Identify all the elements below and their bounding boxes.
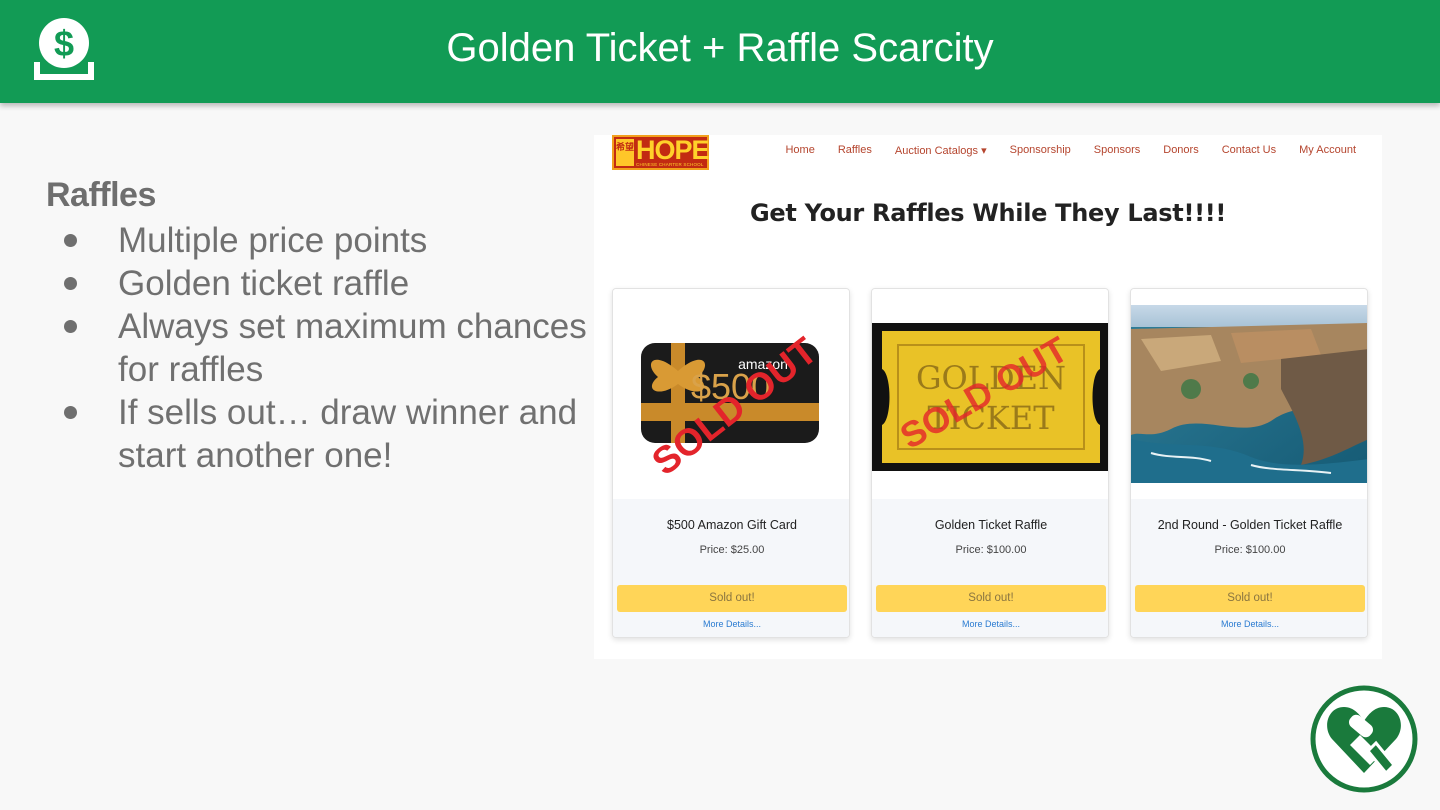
bullet-dot-icon: [64, 277, 77, 290]
bullet-item: Golden ticket raffle: [46, 262, 591, 305]
raffle-card[interactable]: amazon $500 SOLD OUT $500 Amazon Gift Ca…: [612, 288, 850, 638]
more-details-link[interactable]: More Details...: [1131, 619, 1367, 629]
logo-glyph: 希望: [616, 139, 634, 166]
bullet-text: If sells out… draw winner and start anot…: [118, 393, 578, 475]
nav-raffles[interactable]: Raffles: [838, 144, 872, 157]
nav-auction-catalogs[interactable]: Auction Catalogs ▾: [895, 144, 987, 157]
card-price: Price: $100.00: [1214, 544, 1286, 556]
golden-ticket-image: GOLDEN TICKET SOLD OUT: [872, 323, 1108, 471]
nav-home[interactable]: Home: [785, 144, 814, 157]
card-title: $500 Amazon Gift Card: [667, 518, 797, 532]
bullet-section: Raffles Multiple price points Golden tic…: [46, 176, 591, 477]
card-image-golden-ticket[interactable]: GOLDEN TICKET SOLD OUT: [872, 289, 1108, 499]
more-details-link[interactable]: More Details...: [613, 619, 849, 629]
bullet-dot-icon: [64, 406, 77, 419]
website-screenshot: 希望 HOPE CHINESE CHARTER SCHOOL Home Raff…: [594, 135, 1382, 659]
site-nav: Home Raffles Auction Catalogs ▾ Sponsors…: [785, 144, 1356, 157]
nav-my-account[interactable]: My Account: [1299, 144, 1356, 157]
bullet-text: Always set maximum chances for raffles: [118, 307, 587, 389]
bullet-list: Multiple price points Golden ticket raff…: [46, 219, 591, 477]
nav-contact-us[interactable]: Contact Us: [1222, 144, 1276, 157]
card-image-coastal-resort[interactable]: [1131, 289, 1367, 499]
card-price: Price: $100.00: [955, 544, 1027, 556]
nav-sponsors[interactable]: Sponsors: [1094, 144, 1140, 157]
nav-donors[interactable]: Donors: [1163, 144, 1198, 157]
card-info: Golden Ticket Raffle Price: $100.00 Sold…: [872, 499, 1108, 637]
page-heading: Get Your Raffles While They Last!!!!: [749, 199, 1227, 227]
slide-title: Golden Ticket + Raffle Scarcity: [446, 26, 994, 70]
bullet-text: Multiple price points: [118, 221, 428, 260]
amazon-gift-card-image: amazon $500 SOLD OUT: [641, 330, 825, 484]
bullet-item: Always set maximum chances for raffles: [46, 305, 591, 391]
bullet-dot-icon: [64, 234, 77, 247]
card-info: 2nd Round - Golden Ticket Raffle Price: …: [1131, 499, 1367, 637]
logo-subtitle: CHINESE CHARTER SCHOOL: [636, 162, 704, 167]
bullet-dot-icon: [64, 320, 77, 333]
bullet-item: Multiple price points: [46, 219, 591, 262]
card-price: Price: $25.00: [699, 544, 765, 556]
card-info: $500 Amazon Gift Card Price: $25.00 Sold…: [613, 499, 849, 637]
more-details-link[interactable]: More Details...: [872, 619, 1108, 629]
hope-school-logo[interactable]: 希望 HOPE CHINESE CHARTER SCHOOL: [612, 135, 710, 170]
coastal-resort-photo: [1131, 305, 1367, 483]
bullet-text: Golden ticket raffle: [118, 264, 410, 303]
raffle-card[interactable]: 2nd Round - Golden Ticket Raffle Price: …: [1130, 288, 1368, 638]
card-title: 2nd Round - Golden Ticket Raffle: [1157, 518, 1343, 532]
section-heading: Raffles: [46, 176, 156, 214]
heart-hand-badge-icon: [1310, 685, 1418, 793]
sold-out-button[interactable]: Sold out!: [617, 585, 847, 612]
raffle-card[interactable]: GOLDEN TICKET SOLD OUT Golden Ticket Raf…: [871, 288, 1109, 638]
card-image-amazon-gift-card[interactable]: amazon $500 SOLD OUT: [613, 289, 849, 499]
card-title: Golden Ticket Raffle: [934, 518, 1048, 532]
sold-out-button[interactable]: Sold out!: [876, 585, 1106, 612]
nav-sponsorship[interactable]: Sponsorship: [1010, 144, 1071, 157]
sold-out-button[interactable]: Sold out!: [1135, 585, 1365, 612]
slide-header: $ Golden Ticket + Raffle Scarcity: [0, 0, 1440, 103]
bullet-item: If sells out… draw winner and start anot…: [46, 391, 591, 477]
